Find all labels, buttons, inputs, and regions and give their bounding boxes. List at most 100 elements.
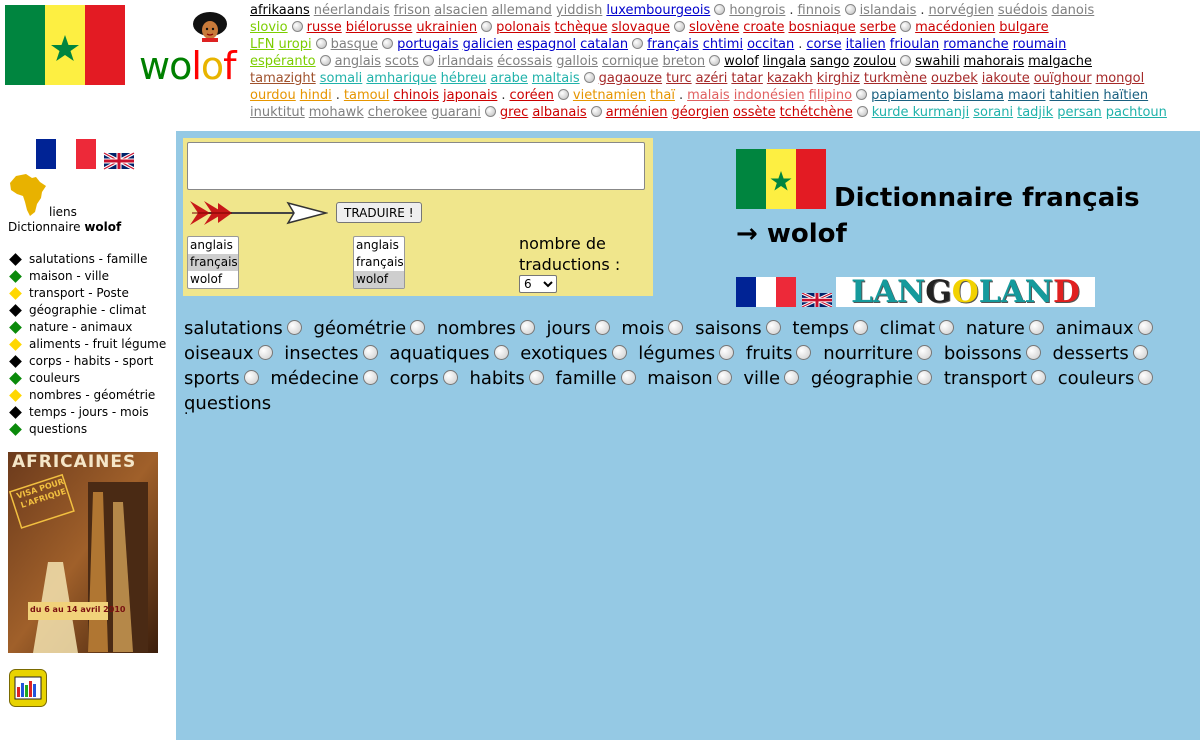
language-link[interactable]: slovène bbox=[689, 20, 739, 35]
category-link[interactable]: desserts bbox=[1053, 343, 1129, 364]
category-link[interactable]: saisons bbox=[695, 318, 762, 339]
language-link[interactable]: écossais bbox=[497, 54, 552, 69]
language-link[interactable]: malais bbox=[687, 88, 730, 103]
language-link[interactable]: afrikaans bbox=[250, 3, 310, 18]
language-link[interactable]: sorani bbox=[973, 105, 1013, 120]
sidebar-item[interactable]: couleurs bbox=[8, 370, 166, 387]
language-option[interactable]: français bbox=[188, 254, 238, 271]
language-link[interactable]: mahorais bbox=[964, 54, 1025, 69]
category-link[interactable]: famille bbox=[556, 368, 617, 389]
language-link[interactable]: cornique bbox=[602, 54, 659, 69]
language-link[interactable]: bulgare bbox=[999, 20, 1048, 35]
text-to-translate-input[interactable] bbox=[187, 142, 645, 190]
language-link[interactable]: portugais bbox=[397, 37, 459, 52]
language-link[interactable]: somali bbox=[320, 71, 363, 86]
category-link[interactable]: oiseaux bbox=[184, 343, 254, 364]
category-link[interactable]: boissons bbox=[944, 343, 1022, 364]
language-link[interactable]: frison bbox=[394, 3, 431, 18]
language-link[interactable]: ouïghour bbox=[1034, 71, 1092, 86]
category-link[interactable]: légumes bbox=[638, 343, 715, 364]
language-link[interactable]: LFN bbox=[250, 37, 274, 52]
africaines-poster[interactable]: AFRICAINES VISA POUR L'AFRIQUE du 6 au 1… bbox=[8, 452, 158, 653]
language-link[interactable]: swahili bbox=[915, 54, 959, 69]
language-link[interactable]: basque bbox=[331, 37, 378, 52]
language-link[interactable]: turkmène bbox=[864, 71, 927, 86]
language-option[interactable]: français bbox=[354, 254, 404, 271]
language-link[interactable]: tahitien bbox=[1050, 88, 1100, 103]
stats-counter-icon[interactable] bbox=[9, 669, 47, 707]
language-link[interactable]: uropi bbox=[278, 37, 311, 52]
links-label[interactable]: liens bbox=[49, 205, 77, 219]
language-link[interactable]: lingala bbox=[763, 54, 806, 69]
sidebar-item[interactable]: géographie - climat bbox=[8, 302, 166, 319]
language-link[interactable]: haïtien bbox=[1103, 88, 1148, 103]
category-link[interactable]: couleurs bbox=[1058, 368, 1135, 389]
category-link[interactable]: habits bbox=[469, 368, 524, 389]
language-link[interactable]: hébreu bbox=[441, 71, 487, 86]
language-link[interactable]: islandais bbox=[860, 3, 917, 18]
language-link[interactable]: catalan bbox=[580, 37, 628, 52]
language-link[interactable]: japonais bbox=[443, 88, 497, 103]
translate-button[interactable]: TRADUIRE ! bbox=[336, 202, 422, 223]
language-link[interactable]: tchèque bbox=[554, 20, 607, 35]
category-link[interactable]: nombres bbox=[437, 318, 516, 339]
language-link[interactable]: coréen bbox=[510, 88, 554, 103]
africa-map-icon[interactable] bbox=[8, 172, 48, 218]
language-link[interactable]: iakoute bbox=[982, 71, 1030, 86]
site-logo[interactable]: wolof bbox=[139, 44, 237, 88]
language-link[interactable]: mohawk bbox=[309, 105, 364, 120]
language-link[interactable]: allemand bbox=[492, 3, 552, 18]
language-link[interactable]: galicien bbox=[463, 37, 513, 52]
language-link[interactable]: arabe bbox=[490, 71, 528, 86]
language-link[interactable]: zoulou bbox=[853, 54, 896, 69]
language-link[interactable]: romanche bbox=[943, 37, 1008, 52]
language-link[interactable]: grec bbox=[500, 105, 528, 120]
language-link[interactable]: amharique bbox=[366, 71, 436, 86]
language-option[interactable]: wolof bbox=[188, 271, 238, 288]
category-link[interactable]: géométrie bbox=[314, 318, 407, 339]
language-link[interactable]: bosniaque bbox=[788, 20, 855, 35]
language-link[interactable]: kurde kurmanji bbox=[872, 105, 969, 120]
language-link[interactable]: danois bbox=[1051, 3, 1094, 18]
language-link[interactable]: ukrainien bbox=[416, 20, 477, 35]
language-link[interactable]: polonais bbox=[496, 20, 550, 35]
language-link[interactable]: slovio bbox=[250, 20, 288, 35]
language-link[interactable]: indonésien bbox=[734, 88, 805, 103]
category-link[interactable]: maison bbox=[647, 368, 712, 389]
language-link[interactable]: kazakh bbox=[767, 71, 813, 86]
language-link[interactable]: biélorusse bbox=[346, 20, 413, 35]
language-link[interactable]: néerlandais bbox=[314, 3, 390, 18]
language-link[interactable]: croate bbox=[743, 20, 784, 35]
language-link[interactable]: finnois bbox=[798, 3, 841, 18]
language-option[interactable]: wolof bbox=[354, 271, 404, 288]
language-option[interactable]: anglais bbox=[188, 237, 238, 254]
language-link[interactable]: gagaouze bbox=[599, 71, 662, 86]
language-link[interactable]: sango bbox=[810, 54, 849, 69]
translation-count-select[interactable]: 6 bbox=[519, 275, 557, 293]
language-link[interactable]: français bbox=[647, 37, 699, 52]
category-link[interactable]: aquatiques bbox=[389, 343, 489, 364]
language-link[interactable]: suédois bbox=[998, 3, 1048, 18]
sidebar-item[interactable]: nature - animaux bbox=[8, 319, 166, 336]
language-link[interactable]: slovaque bbox=[611, 20, 670, 35]
france-flag-icon[interactable] bbox=[736, 277, 796, 307]
category-link[interactable]: corps bbox=[390, 368, 439, 389]
language-link[interactable]: inuktitut bbox=[250, 105, 305, 120]
target-language-list[interactable]: anglais français wolof bbox=[353, 236, 405, 289]
language-link[interactable]: espéranto bbox=[250, 54, 316, 69]
language-link[interactable]: espagnol bbox=[517, 37, 576, 52]
sidebar-item[interactable]: questions bbox=[8, 421, 166, 438]
language-link[interactable]: mongol bbox=[1096, 71, 1145, 86]
language-link[interactable]: wolof bbox=[724, 54, 759, 69]
uk-flag-icon[interactable] bbox=[801, 291, 833, 309]
category-link[interactable]: sports bbox=[184, 368, 240, 389]
language-link[interactable]: scots bbox=[385, 54, 419, 69]
language-link[interactable]: persan bbox=[1057, 105, 1102, 120]
language-link[interactable]: occitan bbox=[747, 37, 794, 52]
language-link[interactable]: irlandais bbox=[438, 54, 493, 69]
language-link[interactable]: géorgien bbox=[672, 105, 729, 120]
language-link[interactable]: thaï bbox=[650, 88, 675, 103]
language-link[interactable]: yiddish bbox=[556, 3, 602, 18]
category-link[interactable]: animaux bbox=[1056, 318, 1134, 339]
language-link[interactable]: hongrois bbox=[729, 3, 785, 18]
